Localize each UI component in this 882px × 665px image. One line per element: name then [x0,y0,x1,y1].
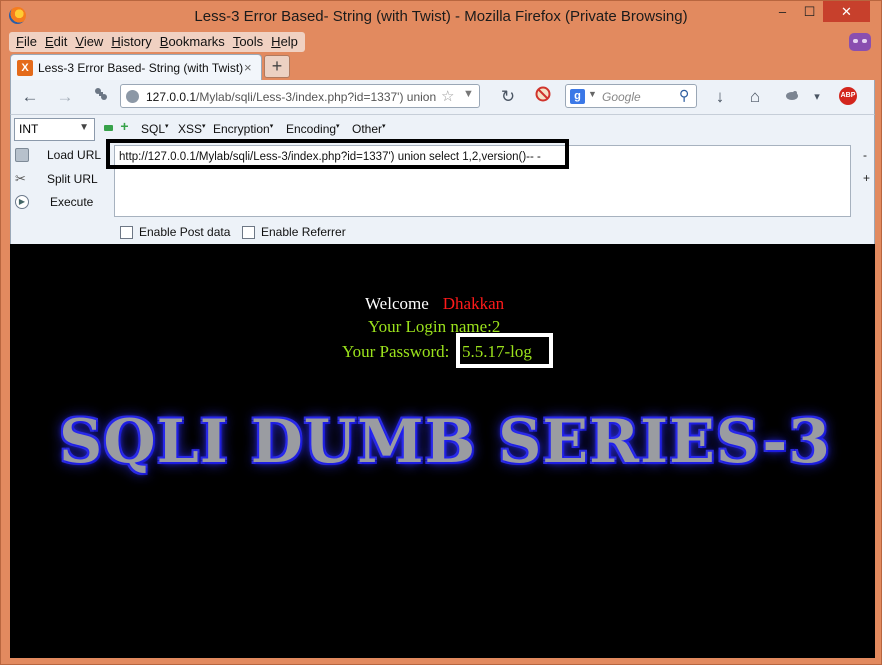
menu-sql[interactable]: SQL▾ [141,122,169,136]
enable-post-label: Enable Post data [139,225,231,239]
browser-window: Less-3 Error Based- String (with Twist) … [0,0,882,665]
load-url-button[interactable]: Load URL [11,146,111,166]
username-text: Dhakkan [442,294,505,313]
url-dropdown-icon[interactable]: ▼ [463,88,474,100]
enable-referrer-label: Enable Referrer [261,225,346,239]
menu-bookmarks[interactable]: Bookmarks [156,32,229,52]
url-text[interactable]: 127.0.0.1/Mylab/sqli/Less-3/index.php?id… [146,90,436,104]
search-bar[interactable]: g ▼ Google ⚲ [565,84,697,108]
search-engine-dropdown-icon[interactable]: ▼ [588,89,597,99]
url-textarea[interactable]: http://127.0.0.1/Mylab/sqli/Less-3/index… [106,139,851,217]
password-value: 5.5.17-log [462,342,532,361]
globe-icon [126,90,139,103]
split-url-button[interactable]: ✂ Split URL [11,170,111,190]
adblock-icon[interactable]: ABP [839,87,857,105]
addon-icon[interactable] [90,86,112,108]
welcome-line: Welcome Dhakkan [365,294,505,313]
load-url-icon [15,148,29,162]
page-content: Welcome Dhakkan Your Login name:2 Your Pa… [10,244,875,658]
download-button[interactable]: ↓ [709,86,731,108]
enable-referrer-checkbox[interactable] [242,226,255,239]
shrink-textarea-button[interactable]: - [863,148,867,162]
navigation-toolbar: ← → 127.0.0.1/Mylab/sqli/Less-3/index.ph… [10,80,875,114]
menu-help[interactable]: Help [267,32,302,52]
url-bar[interactable]: 127.0.0.1/Mylab/sqli/Less-3/index.php?id… [120,84,480,108]
type-select[interactable]: INT ▼ [14,118,95,141]
increase-icon[interactable]: + [119,119,130,133]
home-button[interactable]: ⌂ [744,86,766,108]
extension-icon[interactable] [781,86,803,108]
back-button[interactable]: ← [19,86,41,108]
execute-button[interactable]: ▶ Execute [11,193,111,213]
minimize-button[interactable]: – [769,1,796,22]
menu-xss[interactable]: XSS▾ [178,122,206,136]
forward-button[interactable]: → [54,86,76,108]
maximize-button[interactable]: ☐ [796,1,823,22]
play-icon: ▶ [15,195,29,209]
google-icon[interactable]: g [570,89,585,104]
tab-close-icon[interactable]: × [244,60,252,75]
decrease-icon[interactable] [104,125,113,131]
enable-post-checkbox[interactable] [120,226,133,239]
menu-file[interactable]: File [12,32,41,52]
search-input[interactable]: Google [602,90,641,104]
chevron-down-icon: ▼ [79,122,89,133]
title-bar: Less-3 Error Based- String (with Twist) … [1,1,881,31]
private-browsing-mask-icon [849,33,871,51]
close-window-button[interactable]: ✕ [823,1,870,22]
menu-encoding[interactable]: Encoding▾ [286,122,340,136]
series-banner: SQLI DUMB SERIES-3 [58,407,831,477]
menu-tools[interactable]: Tools [229,32,267,52]
scissors-icon: ✂ [15,171,26,186]
xampp-favicon-icon: X [17,60,33,76]
hackbar-panel: INT ▼ + SQL▾ XSS▾ Encryption▾ Encoding▾ O… [10,114,875,244]
new-tab-button[interactable]: + [264,55,290,78]
tab-title: Less-3 Error Based- String (with Twist) [38,61,244,75]
toolbar-dropdown-icon[interactable]: ▾ [806,86,828,108]
menu-other[interactable]: Other▾ [352,122,386,136]
reload-button[interactable]: ↻ [497,86,519,108]
menu-encryption[interactable]: Encryption▾ [213,122,273,136]
injected-url-text[interactable]: http://127.0.0.1/Mylab/sqli/Less-3/index… [119,151,541,163]
expand-textarea-button[interactable]: + [863,171,870,185]
bookmark-star-icon[interactable]: ☆ [441,87,454,105]
menu-history[interactable]: History [107,32,155,52]
window-title: Less-3 Error Based- String (with Twist) … [194,8,688,25]
noscript-icon[interactable] [532,86,554,108]
tab-less-3[interactable]: X Less-3 Error Based- String (with Twist… [10,54,262,80]
menu-bar: File Edit View History Bookmarks Tools H… [9,32,305,52]
password-label: Your Password: [342,342,450,361]
search-icon[interactable]: ⚲ [679,87,689,104]
menu-view[interactable]: View [71,32,107,52]
menu-edit[interactable]: Edit [41,32,71,52]
